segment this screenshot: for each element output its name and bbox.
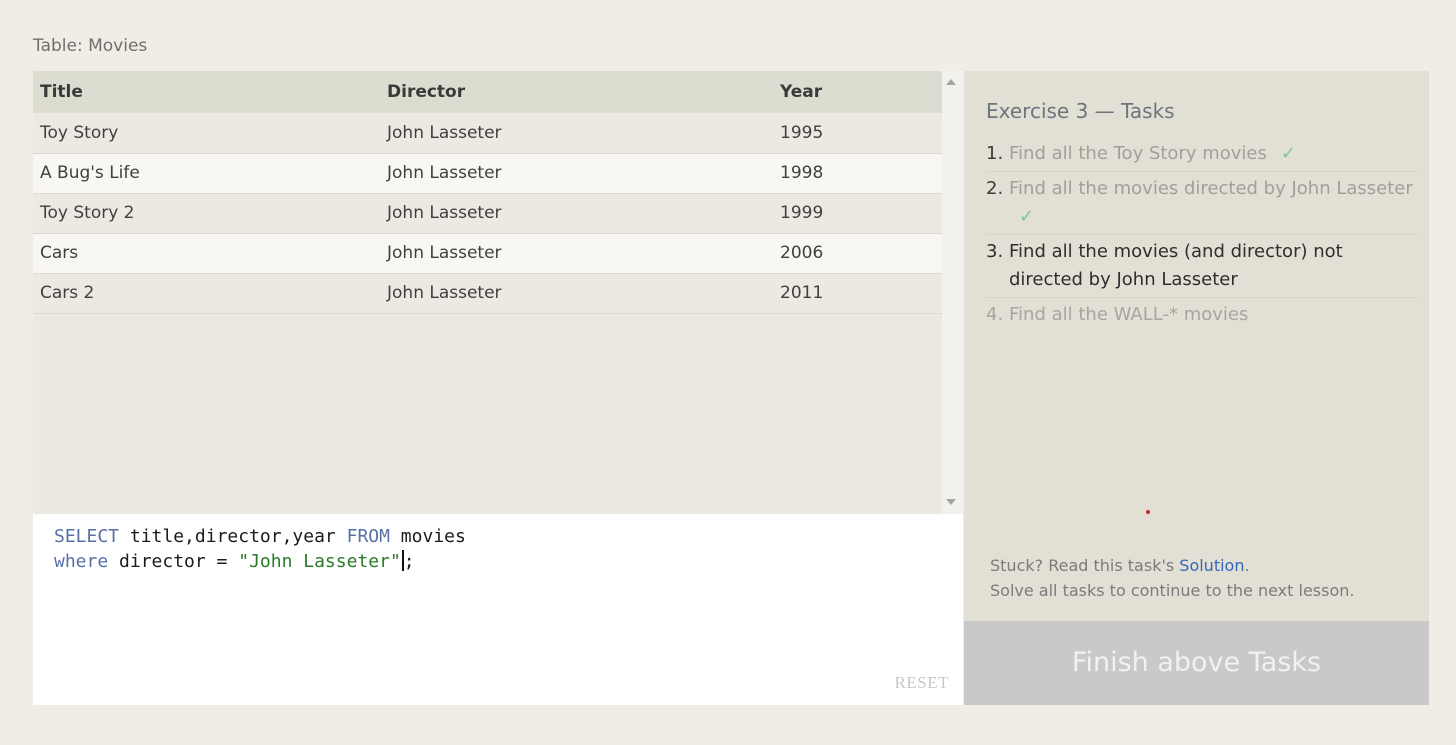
scroll-up-arrow-icon[interactable]	[946, 79, 956, 85]
continue-text: Solve all tasks to continue to the next …	[990, 581, 1355, 600]
sql-text: title,director,year	[119, 526, 347, 547]
cell-title: Cars	[40, 243, 79, 263]
finish-tasks-button[interactable]: Finish above Tasks	[964, 621, 1429, 705]
cell-director: John Lasseter	[387, 203, 502, 223]
task-number: 2.	[986, 178, 1004, 199]
task-text: Find all the WALL-* movies	[1009, 304, 1249, 325]
solution-link[interactable]: Solution	[1179, 556, 1244, 575]
sql-text: director =	[108, 551, 239, 572]
task-number: 1.	[986, 143, 1004, 164]
cell-year: 2006	[780, 243, 824, 263]
table-row: Toy Story John Lasseter 1995	[33, 113, 942, 153]
sql-text: movies	[389, 526, 466, 547]
table-row: A Bug's Life John Lasseter 1998	[33, 153, 942, 193]
cell-year: 2011	[780, 283, 824, 303]
results-table-container: Title Director Year Toy Story John Lasse…	[33, 71, 942, 514]
column-header-title: Title	[40, 82, 83, 102]
code-line-2: where director = "John Lasseter";	[54, 550, 415, 572]
task-item: 1. Find all the Toy Story movies ✓	[986, 137, 1419, 172]
cell-title: A Bug's Life	[40, 163, 140, 183]
scroll-down-arrow-icon[interactable]	[946, 499, 956, 505]
cell-title: Toy Story	[40, 122, 119, 143]
cell-director: John Lasseter	[387, 122, 502, 143]
task-item-current: 3. Find all the movies (and director) no…	[986, 235, 1419, 298]
cell-year: 1999	[780, 203, 824, 223]
task-text: Find all the movies (and director) not d…	[1009, 241, 1343, 290]
cell-title: Toy Story 2	[40, 203, 135, 223]
table-row: Toy Story 2 John Lasseter 1999	[33, 193, 942, 233]
tasks-panel: Exercise 3 — Tasks 1. Find all the Toy S…	[964, 71, 1429, 705]
checkmark-icon: ✓	[1280, 143, 1296, 164]
column-header-year: Year	[780, 82, 823, 102]
cell-director: John Lasseter	[387, 283, 502, 303]
sql-text: ;	[403, 551, 415, 572]
red-dot-marker	[1146, 510, 1150, 514]
stuck-prefix: Stuck? Read this task's	[990, 556, 1180, 575]
task-item: 2. Find all the movies directed by John …	[986, 172, 1419, 235]
cell-title: Cars 2	[40, 283, 95, 303]
task-number: 3.	[986, 241, 1004, 262]
table-scrollbar[interactable]	[942, 71, 963, 514]
task-text: Find all the Toy Story movies	[1009, 143, 1267, 164]
task-number: 4.	[986, 304, 1004, 325]
stuck-suffix: .	[1244, 556, 1250, 575]
table-row: Cars 2 John Lasseter 2011	[33, 273, 942, 313]
task-item: 4. Find all the WALL-* movies	[986, 298, 1419, 332]
cell-year: 1998	[780, 163, 824, 183]
results-table: Title Director Year Toy Story John Lasse…	[33, 71, 942, 314]
table-header-row: Title Director Year	[33, 71, 942, 113]
cell-director: John Lasseter	[387, 243, 502, 263]
sql-keyword: SELECT	[54, 526, 120, 547]
query-panel: Title Director Year Toy Story John Lasse…	[33, 71, 963, 705]
code-line-1: SELECT title,director,year FROM movies	[54, 526, 466, 547]
sql-editor[interactable]: SELECT title,director,year FROM movies w…	[33, 514, 963, 705]
table-caption: Table: Movies	[33, 36, 148, 56]
task-text: Find all the movies directed by John Las…	[1009, 178, 1413, 199]
help-text: Stuck? Read this task's Solution. Solve …	[990, 553, 1354, 603]
sql-keyword: where	[54, 551, 109, 572]
cell-year: 1995	[780, 122, 824, 143]
sql-keyword: FROM	[346, 526, 390, 547]
checkmark-icon: ✓	[1019, 206, 1035, 227]
sql-string: "John Lasseter"	[238, 551, 401, 572]
cell-director: John Lasseter	[387, 163, 502, 183]
column-header-director: Director	[387, 82, 466, 102]
reset-button[interactable]: RESET	[895, 673, 949, 693]
exercise-title: Exercise 3 — Tasks	[986, 99, 1175, 123]
task-list: 1. Find all the Toy Story movies ✓ 2. Fin…	[986, 137, 1419, 332]
table-row: Cars John Lasseter 2006	[33, 233, 942, 273]
